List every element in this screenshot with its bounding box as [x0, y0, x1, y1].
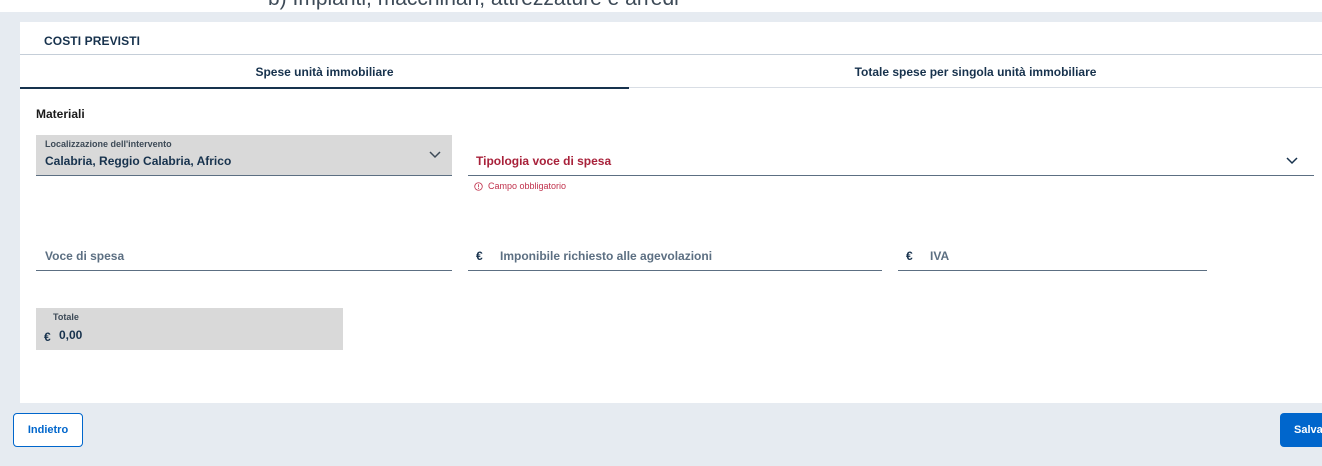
voce-di-spesa-field[interactable]: Voce di spesa — [36, 242, 452, 271]
tab-spese-unita-immobiliare[interactable]: Spese unità immobiliare — [20, 55, 629, 89]
tipologia-error: Campo obbligatorio — [474, 181, 566, 191]
euro-symbol: € — [476, 249, 483, 263]
tipologia-select[interactable]: Tipologia voce di spesa — [468, 146, 1314, 176]
euro-symbol: € — [906, 249, 913, 263]
top-cut-text: b) Impianti, macchinari, attrezzature e … — [268, 0, 679, 11]
error-text: Campo obbligatorio — [488, 181, 567, 191]
localizzazione-value: Calabria, Reggio Calabria, Africo — [45, 154, 232, 168]
card-title: COSTI PREVISTI — [44, 34, 141, 48]
tab-totale-spese[interactable]: Totale spese per singola unità immobilia… — [629, 55, 1322, 88]
imponibile-field[interactable]: € Imponibile richiesto alle agevolazioni — [468, 242, 882, 271]
iva-field[interactable]: € IVA — [898, 242, 1207, 271]
totale-label: Totale — [53, 312, 79, 322]
chevron-down-icon — [428, 150, 442, 160]
top-cut-heading: b) Impianti, macchinari, attrezzature e … — [0, 0, 1322, 12]
localizzazione-label: Localizzazione dell'intervento — [45, 139, 172, 149]
iva-label: IVA — [930, 249, 950, 263]
voce-di-spesa-label: Voce di spesa — [45, 249, 125, 263]
alert-circle-icon — [474, 181, 483, 191]
tab-bar: Spese unità immobiliare Totale spese per… — [20, 55, 1322, 89]
costi-previsti-card: COSTI PREVISTI Spese unità immobiliare T… — [20, 22, 1322, 403]
chevron-down-icon — [1285, 156, 1299, 166]
totale-field: Totale € 0,00 — [36, 308, 343, 350]
euro-symbol: € — [44, 330, 51, 344]
localizzazione-select[interactable]: Localizzazione dell'intervento Calabria,… — [36, 135, 452, 176]
totale-value: 0,00 — [59, 328, 83, 342]
save-button[interactable]: Salva — [1280, 413, 1322, 447]
tipologia-label: Tipologia voce di spesa — [476, 154, 612, 168]
imponibile-label: Imponibile richiesto alle agevolazioni — [500, 249, 713, 263]
back-button[interactable]: Indietro — [13, 413, 83, 447]
section-label: Materiali — [36, 107, 85, 121]
